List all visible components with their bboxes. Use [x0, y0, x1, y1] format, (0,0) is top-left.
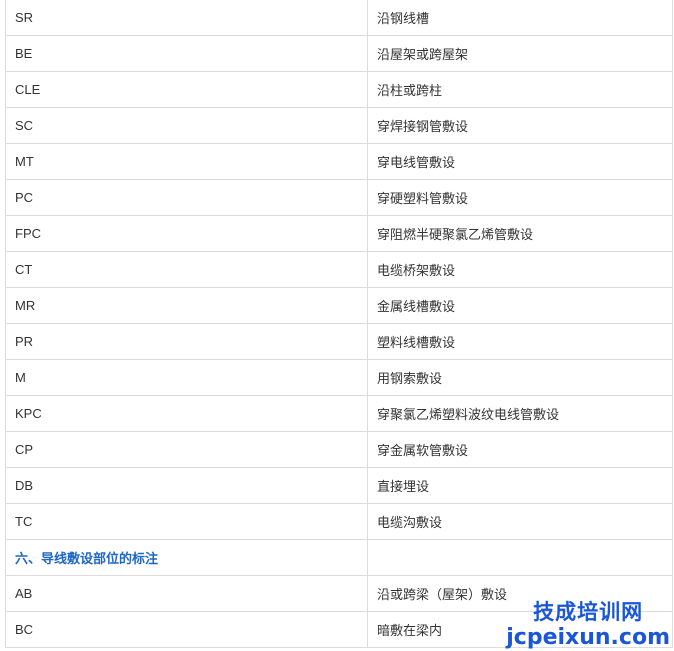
section-heading-row: 六、导线敷设部位的标注	[5, 539, 673, 576]
table-row: TC 电缆沟敷设	[5, 503, 673, 540]
table-row: BE 沿屋架或跨屋架	[5, 35, 673, 72]
empty-cell	[367, 539, 673, 576]
code-cell: AB	[5, 575, 368, 612]
table-row: CT 电缆桥架敷设	[5, 251, 673, 288]
description-cell: 塑料线槽敷设	[367, 323, 673, 360]
description-cell: 穿硬塑料管敷设	[367, 179, 673, 216]
table-row: MR 金属线槽敷设	[5, 287, 673, 324]
code-cell: SR	[5, 0, 368, 36]
code-cell: BC	[5, 611, 368, 648]
description-cell: 穿焊接钢管敷设	[367, 107, 673, 144]
code-cell: CT	[5, 251, 368, 288]
code-cell: PC	[5, 179, 368, 216]
code-cell: CLE	[5, 71, 368, 108]
description-cell: 用钢索敷设	[367, 359, 673, 396]
code-cell: KPC	[5, 395, 368, 432]
description-cell: 电缆沟敷设	[367, 503, 673, 540]
code-cell: MR	[5, 287, 368, 324]
table-row: MT 穿电线管敷设	[5, 143, 673, 180]
code-cell: PR	[5, 323, 368, 360]
description-cell: 沿钢线槽	[367, 0, 673, 36]
code-cell: TC	[5, 503, 368, 540]
watermark-url: jcpeixun.com	[506, 625, 670, 650]
watermark-logo: 技成培训网 jcpeixun.com	[506, 602, 670, 649]
description-cell: 穿聚氯乙烯塑料波纹电线管敷设	[367, 395, 673, 432]
description-cell: 沿柱或跨柱	[367, 71, 673, 108]
description-cell: 电缆桥架敷设	[367, 251, 673, 288]
table-row: SC 穿焊接钢管敷设	[5, 107, 673, 144]
table-row: KPC 穿聚氯乙烯塑料波纹电线管敷设	[5, 395, 673, 432]
description-cell: 穿电线管敷设	[367, 143, 673, 180]
description-cell: 金属线槽敷设	[367, 287, 673, 324]
code-cell: DB	[5, 467, 368, 504]
code-cell: SC	[5, 107, 368, 144]
table-row: SR 沿钢线槽	[5, 0, 673, 36]
description-cell: 直接埋设	[367, 467, 673, 504]
watermark-chinese: 技成培训网	[533, 600, 644, 624]
code-cell: CP	[5, 431, 368, 468]
section-heading: 六、导线敷设部位的标注	[5, 539, 368, 576]
table-row: FPC 穿阻燃半硬聚氯乙烯管敷设	[5, 215, 673, 252]
table-row: PC 穿硬塑料管敷设	[5, 179, 673, 216]
table-row: CLE 沿柱或跨柱	[5, 71, 673, 108]
wiring-code-table: SR 沿钢线槽 BE 沿屋架或跨屋架 CLE 沿柱或跨柱 SC 穿焊接钢管敷设 …	[5, 0, 673, 648]
code-cell: FPC	[5, 215, 368, 252]
table-row: CP 穿金属软管敷设	[5, 431, 673, 468]
code-cell: M	[5, 359, 368, 396]
code-cell: MT	[5, 143, 368, 180]
description-cell: 穿金属软管敷设	[367, 431, 673, 468]
description-cell: 沿屋架或跨屋架	[367, 35, 673, 72]
table-row: PR 塑料线槽敷设	[5, 323, 673, 360]
table-row: M 用钢索敷设	[5, 359, 673, 396]
code-cell: BE	[5, 35, 368, 72]
table-row: DB 直接埋设	[5, 467, 673, 504]
description-cell: 穿阻燃半硬聚氯乙烯管敷设	[367, 215, 673, 252]
